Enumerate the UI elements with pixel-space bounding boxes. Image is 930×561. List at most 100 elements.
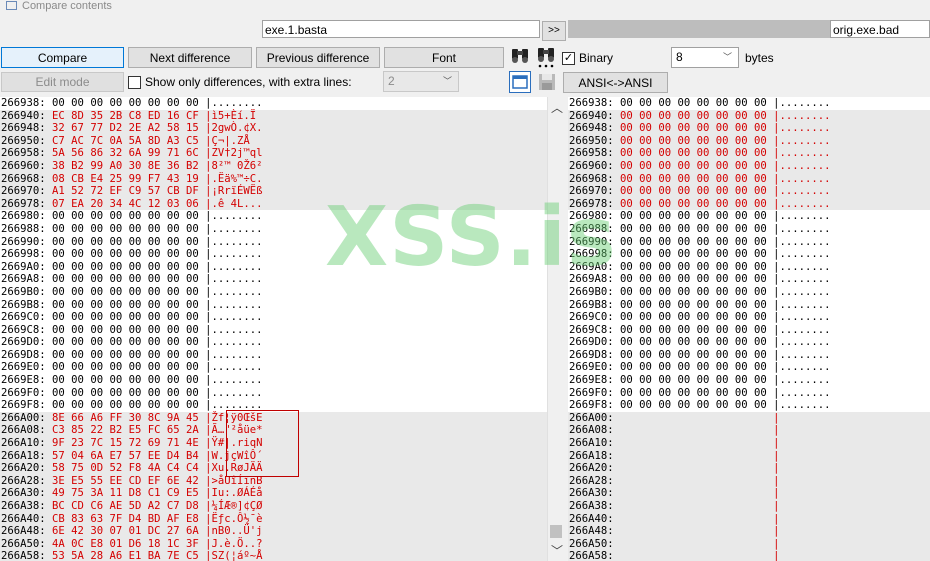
scrollbar-thumb[interactable] [550, 525, 562, 538]
find-next-binoculars-icon[interactable] [535, 45, 557, 69]
row-hex-bytes: 49 75 3A 11 D8 C1 C9 E5 [52, 487, 199, 500]
left-hex-pane[interactable]: 266938: 00 00 00 00 00 00 00 00 |.......… [0, 97, 547, 561]
show-only-differences-checkbox[interactable] [128, 76, 141, 89]
left-hex-row: 266980: 00 00 00 00 00 00 00 00 |.......… [0, 210, 547, 223]
row-address: 266A30: [1, 487, 46, 500]
scroll-down-arrow[interactable]: ﹀ [551, 542, 563, 559]
row-ascii: |........ [773, 386, 831, 399]
row-ascii: |........ [773, 122, 831, 135]
row-ascii: |........ [773, 273, 831, 286]
left-hex-rows: 266938: 00 00 00 00 00 00 00 00 |.......… [0, 97, 547, 561]
left-hex-row: 266970: A1 52 72 EF C9 57 CB DF |¡RrïÉWË… [0, 185, 547, 198]
find-binoculars-icon[interactable] [509, 45, 531, 67]
left-hex-row: 266988: 00 00 00 00 00 00 00 00 |.......… [0, 223, 547, 236]
window-icon [6, 1, 17, 10]
left-hex-row: 2669B0: 00 00 00 00 00 00 00 00 |.......… [0, 286, 547, 299]
row-hex-bytes: 00 00 00 00 00 00 00 00 [52, 235, 199, 248]
right-hex-row: 2669C8: 00 00 00 00 00 00 00 00 |.......… [568, 324, 930, 337]
bytes-select[interactable]: 8 ﹀ [671, 47, 739, 68]
right-file-bar [568, 20, 830, 38]
ansi-conversion-button[interactable]: ANSI<->ANSI [563, 72, 668, 93]
row-address: 266958: [1, 147, 46, 160]
row-address: 2669D8: [569, 348, 614, 361]
row-hex-bytes: 00 00 00 00 00 00 00 00 [620, 348, 767, 361]
bytes-label: bytes [745, 51, 774, 65]
row-address: 2669D0: [569, 336, 614, 349]
row-address: 266998: [1, 248, 46, 261]
left-hex-row: 266A10: 9F 23 7C 15 72 69 71 4E |Ÿ#|.riq… [0, 437, 547, 450]
row-ascii: |Iu:.ØÁÉå [205, 487, 263, 500]
row-hex-bytes: 3E E5 55 EE CD EF 6E 42 [52, 474, 199, 487]
scroll-up-arrow[interactable]: ︿ [551, 99, 563, 116]
save-icon[interactable] [536, 71, 558, 93]
row-ascii: |Ÿ#|.riqN [205, 437, 263, 450]
row-hex-bytes [620, 462, 767, 474]
font-button[interactable]: Font [384, 47, 504, 68]
row-address: 266A58: [569, 550, 614, 561]
row-ascii: | [773, 525, 780, 538]
right-hex-row: 266990: 00 00 00 00 00 00 00 00 |.......… [568, 236, 930, 249]
right-hex-row: 266958: 00 00 00 00 00 00 00 00 |.......… [568, 147, 930, 160]
row-address: 2669C8: [1, 323, 46, 336]
row-hex-bytes: EC 8D 35 2B C8 ED 16 CF [52, 109, 199, 122]
row-hex-bytes: 00 00 00 00 00 00 00 00 [52, 260, 199, 273]
left-hex-row: 266978: 07 EA 20 34 4C 12 03 06 |.ê 4L..… [0, 197, 547, 211]
compare-button[interactable]: Compare [1, 47, 124, 68]
left-scrollbar[interactable]: ︿ ﹀ [547, 97, 566, 561]
right-hex-row: 266A58: | [568, 550, 930, 561]
row-ascii: |........ [773, 323, 831, 336]
row-address: 266948: [569, 122, 614, 135]
row-hex-bytes: 00 00 00 00 00 00 00 00 [620, 147, 767, 160]
row-hex-bytes: 00 00 00 00 00 00 00 00 [52, 361, 199, 374]
row-ascii: |........ [773, 159, 831, 172]
right-hex-row: 2669F8: 00 00 00 00 00 00 00 00 |.......… [568, 399, 930, 412]
right-hex-row: 266998: 00 00 00 00 00 00 00 00 |.......… [568, 248, 930, 261]
row-ascii: |........ [773, 336, 831, 349]
show-only-differences-label: Show only differences, with extra lines: [145, 75, 352, 89]
left-hex-row: 266A50: 4A 0C E8 01 D6 18 1C 3F |J.è.Ö..… [0, 537, 547, 551]
row-ascii: |W.jçWîÔ´ [205, 449, 263, 462]
row-ascii: | [773, 550, 780, 561]
right-hex-row: 266A40: | [568, 512, 930, 526]
right-hex-row: 266A18: | [568, 449, 930, 463]
row-ascii: |Ç¬|.ZÅ [205, 134, 250, 147]
window-layout-icon[interactable] [509, 71, 531, 93]
row-ascii: |>åUîÍïnB [205, 474, 263, 487]
left-hex-row: 266A00: 8E 66 A6 FF 30 8C 9A 45 |Žf¦ÿ0Œš… [0, 411, 547, 425]
row-ascii: |........ [205, 273, 263, 286]
edit-mode-button[interactable]: Edit mode [1, 72, 124, 92]
extra-lines-select[interactable]: 2 ﹀ [383, 71, 459, 92]
row-hex-bytes: 00 00 00 00 00 00 00 00 [52, 222, 199, 235]
row-ascii: | [773, 462, 780, 475]
row-ascii: | [773, 449, 780, 462]
previous-difference-button[interactable]: Previous difference [256, 47, 380, 68]
row-hex-bytes: 00 00 00 00 00 00 00 00 [52, 374, 199, 387]
swap-files-button[interactable]: >> [542, 21, 566, 41]
row-address: 2669C8: [569, 323, 614, 336]
right-hex-row: 266960: 00 00 00 00 00 00 00 00 |.......… [568, 159, 930, 173]
row-ascii: |........ [773, 260, 831, 273]
row-address: 266A18: [1, 449, 46, 462]
right-file-field[interactable]: orig.exe.bad [830, 20, 930, 38]
right-hex-row: 266A50: | [568, 537, 930, 551]
row-address: 266A58: [1, 550, 46, 561]
row-hex-bytes: 00 00 00 00 00 00 00 00 [620, 159, 767, 172]
row-hex-bytes: 00 00 00 00 00 00 00 00 [620, 386, 767, 399]
row-hex-bytes: 00 00 00 00 00 00 00 00 [52, 386, 199, 399]
right-hex-pane[interactable]: 266938: 00 00 00 00 00 00 00 00 |.......… [568, 97, 930, 561]
row-ascii: |........ [773, 185, 831, 198]
row-ascii: |........ [205, 260, 263, 273]
right-hex-row: 266940: 00 00 00 00 00 00 00 00 |.......… [568, 109, 930, 123]
binary-checkbox[interactable]: ✓ [562, 52, 575, 65]
row-ascii: |Xu.RøJÄÄ [205, 462, 263, 475]
row-ascii: |........ [773, 97, 831, 109]
right-hex-row: 266978: 00 00 00 00 00 00 00 00 |.......… [568, 197, 930, 211]
left-file-field[interactable]: exe.1.basta [262, 20, 540, 38]
right-hex-row: 2669E8: 00 00 00 00 00 00 00 00 |.......… [568, 374, 930, 387]
row-hex-bytes: 53 5A 28 A6 E1 BA 7E C5 [52, 550, 199, 561]
row-address: 266938: [1, 97, 46, 109]
row-ascii: |........ [205, 285, 263, 298]
next-difference-button[interactable]: Next difference [128, 47, 252, 68]
row-ascii: |........ [773, 134, 831, 147]
row-address: 2669A0: [569, 260, 614, 273]
